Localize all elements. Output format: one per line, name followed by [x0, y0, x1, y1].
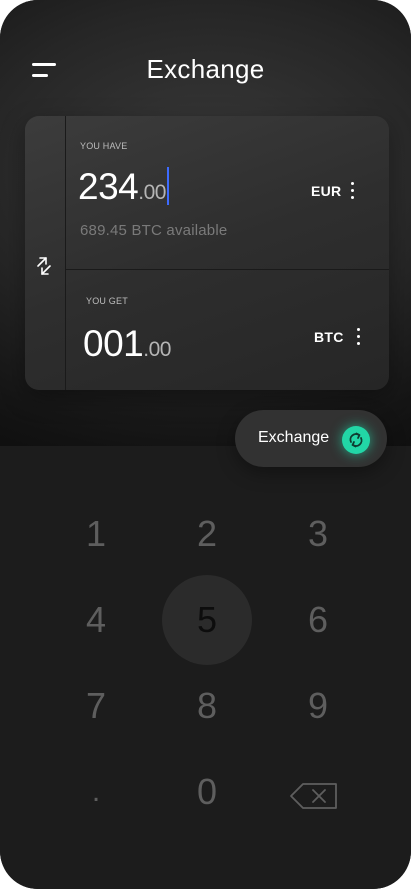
- you-get-currency[interactable]: BTC: [314, 329, 344, 345]
- backspace-icon[interactable]: [269, 751, 359, 841]
- you-get-amount-int: 001: [83, 323, 144, 364]
- exchange-screen: Exchange YOU HAVE 234.00 689.45 BTC avai…: [0, 0, 411, 889]
- key-1[interactable]: 1: [51, 489, 141, 579]
- you-get-label: YOU GET: [86, 296, 128, 306]
- key-6[interactable]: 6: [273, 575, 363, 665]
- key-9[interactable]: 9: [273, 661, 363, 751]
- key-7[interactable]: 7: [51, 661, 141, 751]
- key-3[interactable]: 3: [273, 489, 363, 579]
- you-have-label: YOU HAVE: [80, 141, 128, 151]
- text-caret: [166, 167, 169, 205]
- you-get-more-icon[interactable]: [356, 328, 362, 346]
- exchange-button-label: Exchange: [258, 429, 330, 446]
- available-balance: 689.45 BTC available: [80, 222, 228, 239]
- you-get-amount-dec: .00: [143, 338, 171, 361]
- you-have-amount[interactable]: 234.00: [78, 166, 169, 208]
- key-2[interactable]: 2: [162, 489, 252, 579]
- card-vertical-divider: [65, 116, 66, 390]
- key-5[interactable]: 5: [162, 575, 252, 665]
- you-have-currency[interactable]: EUR: [311, 183, 341, 199]
- you-have-amount-int: 234: [78, 166, 139, 207]
- key-decimal[interactable]: .: [51, 747, 141, 837]
- you-have-amount-dec: .00: [138, 181, 166, 204]
- key-4[interactable]: 4: [51, 575, 141, 665]
- exchange-button[interactable]: Exchange: [235, 410, 387, 467]
- key-0[interactable]: 0: [162, 747, 252, 837]
- exchange-cycle-icon: [342, 426, 370, 454]
- exchange-card: YOU HAVE 234.00 689.45 BTC available EUR…: [25, 116, 389, 390]
- you-have-more-icon[interactable]: [350, 182, 356, 200]
- swap-arrows-icon[interactable]: [33, 255, 55, 277]
- card-horizontal-divider: [66, 269, 389, 270]
- you-get-amount[interactable]: 001.00: [83, 323, 171, 365]
- page-title: Exchange: [146, 54, 265, 84]
- key-8[interactable]: 8: [162, 661, 252, 751]
